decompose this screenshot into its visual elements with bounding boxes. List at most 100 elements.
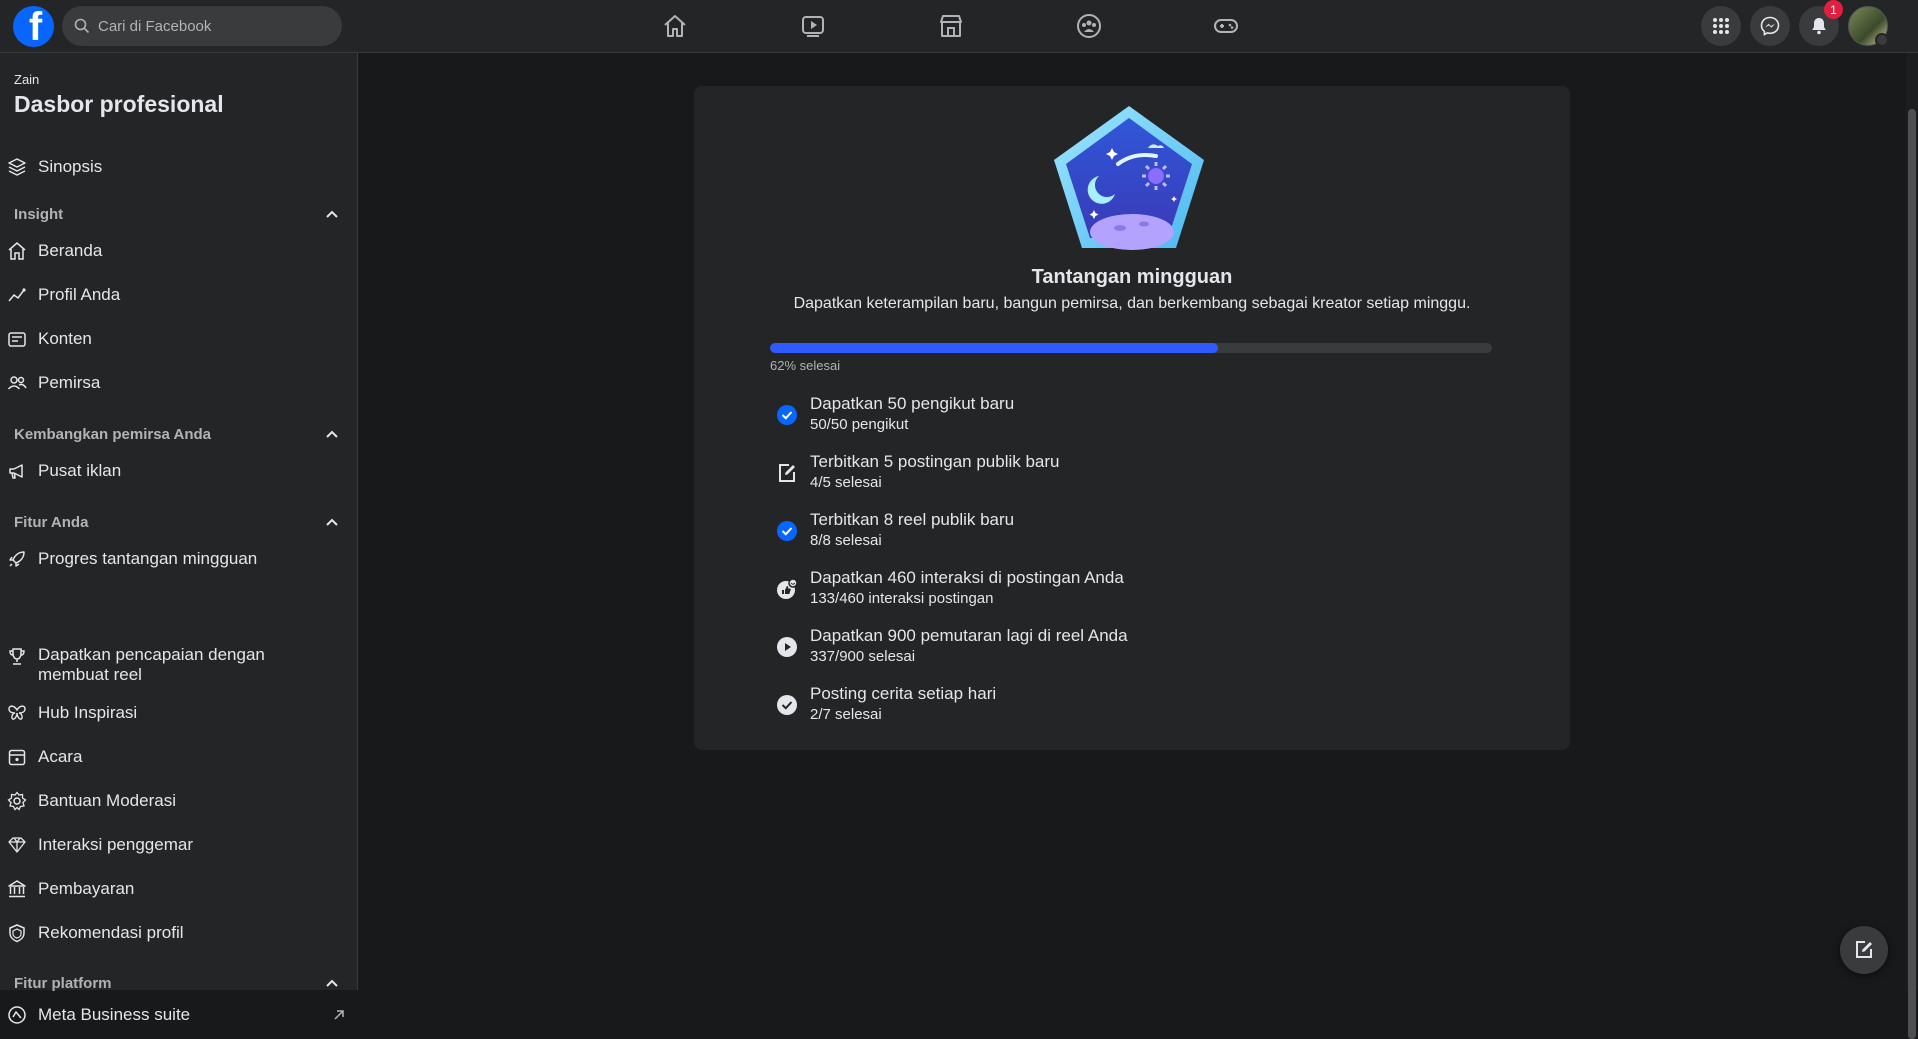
compose-icon — [1856, 941, 1872, 958]
sidebar-item-weekly-challenge[interactable]: Progres tantangan mingguan — [0, 539, 358, 579]
challenge-subtitle: Dapatkan keterampilan baru, bangun pemir… — [793, 295, 1471, 312]
page-owner-name: Zain — [14, 72, 40, 87]
section-your-features[interactable]: Fitur Anda — [0, 511, 358, 535]
sidebar-item-audience[interactable]: Pemirsa — [0, 363, 358, 403]
page-title: Dasbor profesional — [14, 91, 224, 117]
diamond-icon — [6, 834, 28, 856]
play-circle-icon — [777, 637, 797, 657]
notification-count-badge: 1 — [1824, 0, 1843, 19]
edit-icon — [779, 464, 795, 482]
task-progress: 4/5 selesai — [810, 474, 882, 491]
task-title: Posting cerita setiap hari — [810, 684, 997, 703]
challenge-title: Tantangan mingguan — [1031, 266, 1233, 288]
sidebar-item-label: Pemirsa — [38, 373, 101, 392]
sidebar-item-label: Meta Business suite — [38, 1005, 191, 1024]
sidebar-item-ads-center[interactable]: Pusat iklan — [0, 451, 358, 491]
messenger-button[interactable] — [1750, 6, 1790, 46]
compose-button[interactable] — [1840, 926, 1888, 974]
sidebar-item-label: Acara — [38, 747, 83, 766]
chevron-up-icon — [326, 210, 338, 218]
task-progress: 8/8 selesai — [810, 532, 882, 549]
messenger-icon — [1760, 16, 1780, 36]
task-title: Dapatkan 460 interaksi di postingan Anda — [810, 568, 1124, 587]
task-progress: 50/50 pengikut — [810, 416, 909, 433]
sidebar-item-payments[interactable]: Pembayaran — [0, 869, 358, 909]
sidebar-item-label: Pembayaran — [38, 879, 135, 898]
marketplace-icon[interactable] — [937, 12, 965, 40]
sidebar-item-label: Beranda — [38, 241, 103, 260]
task-item: Terbitkan 5 postingan publik baru 4/5 se… — [770, 452, 1470, 502]
sidebar-item-label: Dapatkan pencapaian dengan — [38, 645, 265, 664]
menu-grid-button[interactable] — [1701, 6, 1741, 46]
sidebar-item-home[interactable]: Beranda — [0, 231, 358, 271]
section-insight[interactable]: Insight — [0, 203, 358, 227]
butterfly-icon — [6, 702, 28, 724]
reactions-icon — [777, 578, 798, 599]
task-title: Terbitkan 8 reel publik baru — [810, 510, 1015, 529]
sidebar-item-content[interactable]: Konten — [0, 319, 358, 359]
check-circle-white-icon — [777, 695, 797, 715]
weekly-challenge-card: Tantangan mingguan Dapatkan keterampilan… — [694, 86, 1570, 750]
sidebar-item-events[interactable]: Acara — [0, 737, 358, 777]
task-title: Dapatkan 50 pengikut baru — [810, 394, 1015, 413]
check-circle-icon — [777, 521, 797, 541]
task-item: Terbitkan 8 reel publik baru 8/8 selesai — [770, 510, 1470, 560]
sidebar-item-inspiration-hub[interactable]: Hub Inspirasi — [0, 693, 358, 733]
task-title: Terbitkan 5 postingan publik baru — [810, 452, 1060, 471]
task-title: Dapatkan 900 pemutaran lagi di reel Anda — [810, 626, 1128, 645]
sidebar-item-label: Hub Inspirasi — [38, 703, 138, 722]
weekly-challenge-badge-icon — [1054, 106, 1204, 250]
bell-icon — [1812, 18, 1826, 35]
grid-icon — [1713, 18, 1729, 34]
gear-shield-icon — [6, 790, 28, 812]
groups-icon[interactable] — [1075, 12, 1103, 40]
sidebar-item-reels-achievements[interactable]: Dapatkan pencapaian dengan membuat reel — [0, 643, 358, 689]
bank-icon — [6, 878, 28, 900]
trophy-icon — [6, 645, 28, 667]
calendar-icon — [6, 746, 28, 768]
sidebar-item-label: Konten — [38, 329, 92, 348]
task-progress: 337/900 selesai — [810, 648, 916, 665]
task-item: Dapatkan 900 pemutaran lagi di reel Anda… — [770, 626, 1470, 676]
sidebar-item-meta-business-suite[interactable]: Meta Business suite — [0, 1000, 358, 1030]
meta-business-icon — [6, 1004, 28, 1026]
chevron-down-icon — [1875, 33, 1889, 47]
home-icon — [6, 240, 28, 262]
video-icon[interactable] — [799, 12, 827, 40]
chevron-up-icon — [326, 430, 338, 438]
gaming-icon[interactable] — [1212, 12, 1240, 40]
home-icon[interactable] — [661, 12, 689, 40]
sidebar: Zain Dasbor profesional Sinopsis Insight… — [0, 53, 358, 1024]
scrollbar-thumb[interactable] — [1908, 109, 1916, 1039]
sidebar-item-fan-engagement[interactable]: Interaksi penggemar — [0, 825, 358, 865]
shield-icon — [6, 922, 28, 944]
sidebar-item-label-line2: membuat reel — [38, 665, 142, 684]
challenge-progress-label: 62% selesai — [770, 358, 841, 373]
people-icon — [6, 372, 28, 394]
sidebar-item-label: Progres tantangan mingguan — [38, 549, 258, 568]
rocket-icon — [6, 548, 28, 570]
sidebar-item-moderation[interactable]: Bantuan Moderasi — [0, 781, 358, 821]
sidebar-item-profile[interactable]: Profil Anda — [0, 275, 358, 315]
scrollbar[interactable] — [1906, 53, 1918, 1039]
chevron-up-icon — [326, 518, 338, 526]
task-item: Posting cerita setiap hari 2/7 selesai — [770, 684, 1470, 734]
layers-icon — [6, 156, 28, 178]
external-link-icon — [334, 1010, 344, 1020]
notifications-button[interactable]: 1 — [1799, 0, 1843, 46]
sidebar-item-overview[interactable]: Sinopsis — [0, 147, 358, 187]
task-progress: 2/7 selesai — [810, 706, 882, 723]
section-grow-audience[interactable]: Kembangkan pemirsa Anda — [0, 423, 358, 447]
sidebar-item-label: Sinopsis — [38, 157, 103, 176]
sidebar-item-label: Profil Anda — [38, 285, 121, 304]
sidebar-item-label: Pusat iklan — [38, 461, 122, 480]
challenge-progress-fill — [770, 343, 1218, 353]
task-item: Dapatkan 460 interaksi di postingan Anda… — [770, 568, 1470, 618]
section-platform-features[interactable]: Fitur platform — [0, 972, 358, 996]
trend-icon — [6, 284, 28, 306]
sidebar-item-label: Bantuan Moderasi — [38, 791, 176, 810]
challenge-progress-bar — [770, 343, 1492, 353]
sidebar-item-profile-recommendation[interactable]: Rekomendasi profil — [0, 913, 358, 953]
top-bar: f 1 — [0, 0, 1918, 53]
account-avatar[interactable] — [1848, 6, 1889, 47]
